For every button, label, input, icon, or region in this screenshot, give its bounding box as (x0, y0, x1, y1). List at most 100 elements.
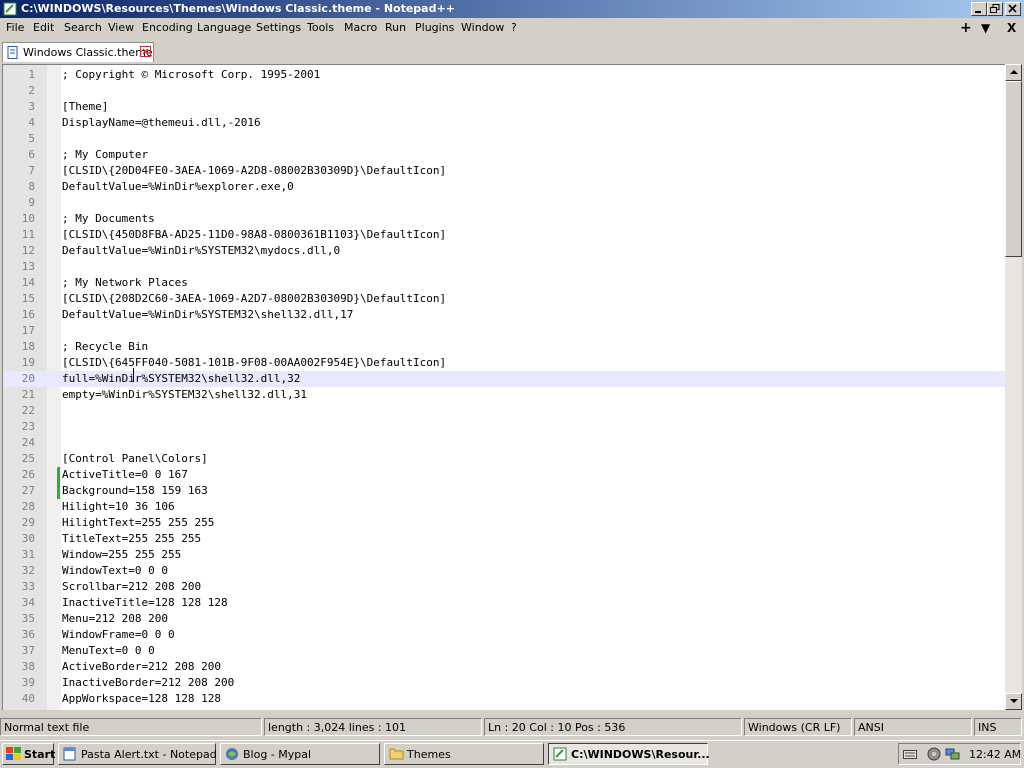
line-number: 15 (21, 292, 35, 305)
menu-help[interactable]: ? (511, 21, 517, 34)
editor-line[interactable]: 17 (3, 323, 1005, 339)
title-bar[interactable]: C:\WINDOWS\Resources\Themes\Windows Clas… (0, 0, 1024, 18)
editor-line[interactable]: 25 [Control Panel\Colors] (3, 451, 1005, 467)
menu-plugins[interactable]: Plugins (415, 21, 454, 34)
menu-window[interactable]: Window (461, 21, 504, 34)
editor-line[interactable]: 15 [CLSID\{208D2C60-3AEA-1069-A2D7-08002B… (3, 291, 1005, 307)
menu-view[interactable]: View (108, 21, 134, 34)
editor-line[interactable]: 19 [CLSID\{645FF040-5081-101B-9F08-00AA00… (3, 355, 1005, 371)
menu-file[interactable]: File (6, 21, 24, 34)
editor-line[interactable]: 9 (3, 195, 1005, 211)
close-document-button[interactable]: X (1007, 21, 1016, 35)
arrow-up-icon (1010, 70, 1018, 74)
editor-line[interactable]: 21 empty=%WinDir%SYSTEM32\shell32.dll,31 (3, 387, 1005, 403)
taskbar-task-mypal[interactable]: Blog - Mypal (220, 743, 380, 765)
menu-settings[interactable]: Settings (256, 21, 301, 34)
editor-line[interactable]: 20 full=%WinDir%SYSTEM32\shell32.dll,32 (3, 371, 1005, 387)
editor-area[interactable]: 1 ; Copyright © Microsoft Corp. 1995-2001… (2, 64, 1005, 710)
window-title: C:\WINDOWS\Resources\Themes\Windows Clas… (21, 2, 455, 15)
editor-line[interactable]: 3 [Theme] (3, 99, 1005, 115)
minimize-button[interactable] (971, 2, 987, 16)
line-number: 37 (21, 644, 35, 657)
menu-language[interactable]: Language (197, 21, 251, 34)
keyboard-icon[interactable] (903, 747, 917, 761)
editor-line[interactable]: 34 InactiveTitle=128 128 128 (3, 595, 1005, 611)
editor-line[interactable]: 27 Background=158 159 163 (3, 483, 1005, 499)
editor-line[interactable]: 4 DisplayName=@themeui.dll,-2016 (3, 115, 1005, 131)
line-number: 40 (21, 692, 35, 705)
close-window-button[interactable] (1005, 2, 1021, 16)
editor-line[interactable]: 39 InactiveBorder=212 208 200 (3, 675, 1005, 691)
menu-search[interactable]: Search (64, 21, 102, 34)
start-label: Start (24, 748, 56, 761)
menu-encoding[interactable]: Encoding (142, 21, 193, 34)
editor-line[interactable]: 35 Menu=212 208 200 (3, 611, 1005, 627)
editor-line[interactable]: 6 ; My Computer (3, 147, 1005, 163)
tab-bar: Windows Classic.theme (0, 38, 1024, 64)
document-icon (7, 46, 18, 59)
restore-button[interactable] (987, 2, 1003, 16)
start-button[interactable]: Start (2, 743, 56, 765)
scrollbar-thumb[interactable] (1005, 81, 1022, 257)
line-number: 5 (28, 132, 35, 145)
status-filetype: Normal text file (0, 718, 262, 736)
line-number: 35 (21, 612, 35, 625)
line-number: 17 (21, 324, 35, 337)
editor-line[interactable]: 10 ; My Documents (3, 211, 1005, 227)
editor-line[interactable]: 8 DefaultValue=%WinDir%explorer.exe,0 (3, 179, 1005, 195)
new-document-plus-button[interactable]: + (960, 20, 972, 36)
menu-macro[interactable]: Macro (344, 21, 377, 34)
editor-line[interactable]: 7 [CLSID\{20D04FE0-3AEA-1069-A2D8-08002B3… (3, 163, 1005, 179)
editor-line[interactable]: 30 TitleText=255 255 255 (3, 531, 1005, 547)
editor-line[interactable]: 1 ; Copyright © Microsoft Corp. 1995-2001 (3, 67, 1005, 83)
editor-lines: 1 ; Copyright © Microsoft Corp. 1995-2001… (3, 67, 1005, 707)
tab-windows-classic-theme[interactable]: Windows Classic.theme (2, 42, 154, 62)
menu-run[interactable]: Run (385, 21, 406, 34)
editor-line[interactable]: 31 Window=255 255 255 (3, 547, 1005, 563)
line-number: 18 (21, 340, 35, 353)
editor-line[interactable]: 24 (3, 435, 1005, 451)
editor-line[interactable]: 18 ; Recycle Bin (3, 339, 1005, 355)
editor-line[interactable]: 37 MenuText=0 0 0 (3, 643, 1005, 659)
editor-line[interactable]: 14 ; My Network Places (3, 275, 1005, 291)
editor-line[interactable]: 12 DefaultValue=%WinDir%SYSTEM32\mydocs.d… (3, 243, 1005, 259)
taskbar-task-notepad[interactable]: Pasta Alert.txt - Notepad (58, 743, 217, 765)
taskbar-task-notepadpp[interactable]: C:\WINDOWS\Resour... (548, 743, 710, 765)
line-text: TitleText=255 255 255 (62, 532, 202, 545)
editor-line[interactable]: 2 (3, 83, 1005, 99)
vertical-scrollbar[interactable] (1005, 64, 1022, 710)
line-text: [Control Panel\Colors] (62, 452, 208, 465)
editor-line[interactable]: 36 WindowFrame=0 0 0 (3, 627, 1005, 643)
scroll-up-button[interactable] (1005, 64, 1022, 81)
line-text: [CLSID\{645FF040-5081-101B-9F08-00AA002F… (62, 356, 447, 369)
editor-line[interactable]: 28 Hilight=10 36 106 (3, 499, 1005, 515)
editor-line[interactable]: 22 (3, 403, 1005, 419)
browser-icon (226, 748, 238, 760)
line-number: 13 (21, 260, 35, 273)
editor-line[interactable]: 16 DefaultValue=%WinDir%SYSTEM32\shell32.… (3, 307, 1005, 323)
editor-line[interactable]: 38 ActiveBorder=212 208 200 (3, 659, 1005, 675)
editor-line[interactable]: 23 (3, 419, 1005, 435)
editor-line[interactable]: 11 [CLSID\{450D8FBA-AD25-11D0-98A8-080036… (3, 227, 1005, 243)
editor-line[interactable]: 32 WindowText=0 0 0 (3, 563, 1005, 579)
menu-edit[interactable]: Edit (33, 21, 54, 34)
volume-icon[interactable] (927, 747, 941, 761)
document-list-button[interactable]: ▼ (981, 21, 990, 35)
editor-line[interactable]: 13 (3, 259, 1005, 275)
network-icon[interactable] (945, 747, 961, 761)
menu-tools[interactable]: Tools (307, 21, 334, 34)
line-number: 29 (21, 516, 35, 529)
scroll-down-button[interactable] (1005, 693, 1022, 710)
editor-line[interactable]: 26 ActiveTitle=0 0 167 (3, 467, 1005, 483)
line-number: 22 (21, 404, 35, 417)
editor-line[interactable]: 5 (3, 131, 1005, 147)
taskbar: Start Pasta Alert.txt - Notepad Blog - M… (0, 740, 1024, 768)
windows-logo-icon (6, 747, 21, 760)
editor-line[interactable]: 40 AppWorkspace=128 128 128 (3, 691, 1005, 707)
tab-close-button[interactable] (140, 46, 151, 57)
editor-line[interactable]: 29 HilightText=255 255 255 (3, 515, 1005, 531)
line-number: 24 (21, 436, 35, 449)
editor-line[interactable]: 33 Scrollbar=212 208 200 (3, 579, 1005, 595)
line-text: ; My Documents (62, 212, 155, 225)
taskbar-task-themes[interactable]: Themes (384, 743, 544, 765)
